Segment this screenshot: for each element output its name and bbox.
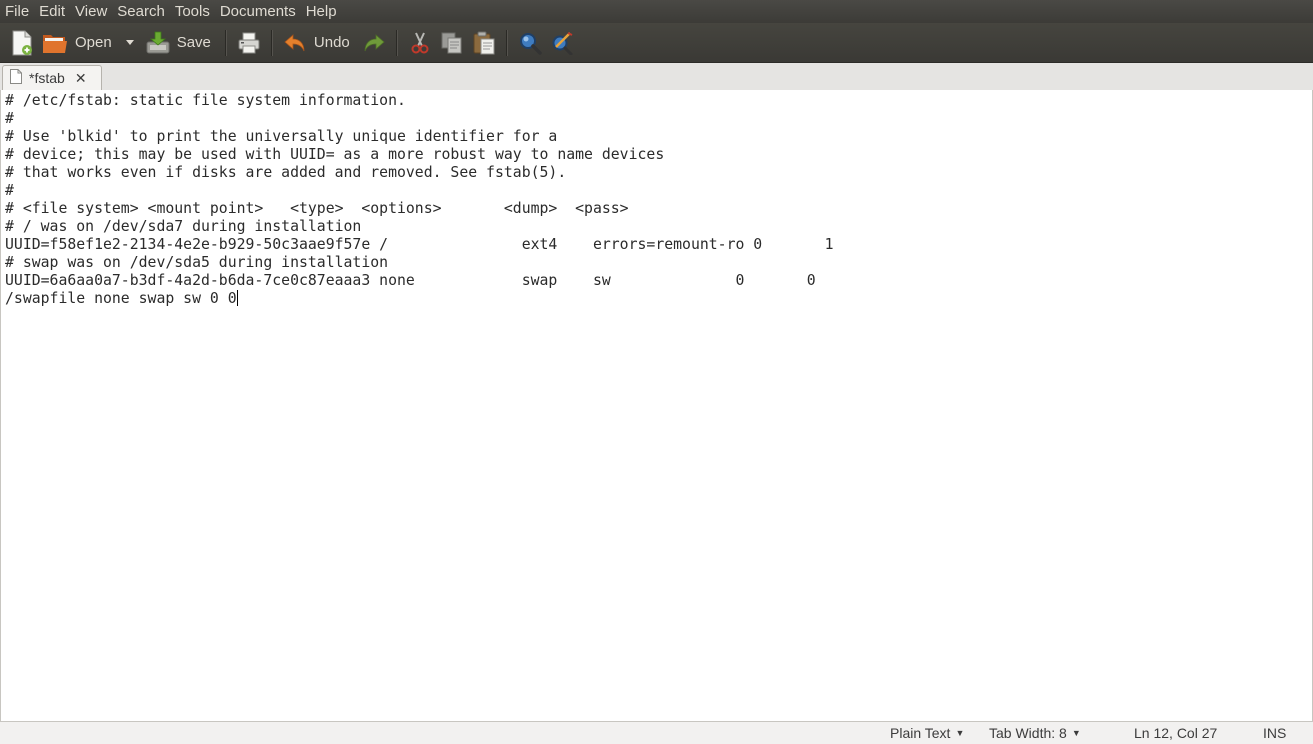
menu-documents[interactable]: Documents [215,0,301,23]
editor-line: # [5,182,14,199]
editor-line: # Use 'blkid' to print the universally u… [5,128,558,145]
menu-view[interactable]: View [70,0,112,23]
dropdown-arrow-icon: ▼ [1071,728,1081,738]
redo-button[interactable] [358,26,390,60]
editor-line: # <file system> <mount point> <type> <op… [5,200,629,217]
document-tabs: *fstab ✕ [0,63,1313,91]
tab-width-selector[interactable]: Tab Width: 8 ▼ [989,725,1081,741]
editor-line: # / was on /dev/sda7 during installation [5,218,362,235]
paste-icon [472,31,496,55]
text-editor[interactable]: # /etc/fstab: static file system informa… [0,90,1313,721]
search-icon [518,31,542,55]
folder-open-icon [42,31,68,55]
menu-tools[interactable]: Tools [170,0,215,23]
statusbar: Plain Text ▼ Tab Width: 8 ▼ Ln 12, Col 27 … [0,721,1313,744]
new-document-button[interactable] [6,26,38,60]
editor-line: UUID=6a6aa0a7-b3df-4a2d-b6da-7ce0c87eaaa… [5,272,816,289]
tab-label: *fstab [29,70,65,86]
save-label: Save [176,34,211,51]
tab-fstab[interactable]: *fstab ✕ [2,65,102,90]
text-cursor [236,290,238,306]
cursor-position: Ln 12, Col 27 [1134,725,1218,741]
undo-button[interactable]: Undo [279,26,358,60]
dropdown-arrow-icon: ▼ [955,728,965,738]
language-selector[interactable]: Plain Text ▼ [890,725,964,741]
open-recent-dropdown[interactable] [120,26,142,60]
menu-file[interactable]: File [0,0,34,23]
save-icon [146,31,170,55]
new-document-icon [10,30,34,56]
toolbar-separator [270,29,273,56]
redo-icon [362,32,386,54]
save-button[interactable]: Save [142,26,219,60]
undo-label: Undo [313,34,350,51]
editor-line: # that works even if disks are added and… [5,164,567,181]
cut-icon [408,31,432,55]
editor-line: # [5,110,14,127]
editor-line: # device; this may be used with UUID= as… [5,146,665,163]
editor-line: UUID=f58ef1e2-2134-4e2e-b929-50c3aae9f57… [5,236,834,253]
menu-search[interactable]: Search [112,0,170,23]
open-button[interactable]: Open [38,26,120,60]
find-button[interactable] [514,26,546,60]
text-document-icon [10,69,22,87]
toolbar-separator [224,29,227,56]
editor-content[interactable]: # /etc/fstab: static file system informa… [5,92,834,308]
menu-edit[interactable]: Edit [34,0,70,23]
toolbar-separator [395,29,398,56]
find-replace-button[interactable] [546,26,578,60]
open-label: Open [75,34,112,51]
cut-button[interactable] [404,26,436,60]
insert-mode: INS [1263,725,1287,741]
undo-icon [283,32,307,54]
editor-line: # /etc/fstab: static file system informa… [5,92,406,109]
copy-button[interactable] [436,26,468,60]
tab-width-label: Tab Width: 8 [989,725,1067,741]
close-icon[interactable]: ✕ [75,70,87,87]
editor-line: # swap was on /dev/sda5 during installat… [5,254,389,271]
paste-button[interactable] [468,26,500,60]
print-button[interactable] [233,26,265,60]
toolbar: Open Save Undo [0,23,1313,63]
find-replace-icon [550,31,574,55]
menu-help[interactable]: Help [301,0,342,23]
toolbar-separator [505,29,508,56]
language-label: Plain Text [890,725,951,741]
editor-line-current: /swapfile none swap sw 0 0 [5,290,834,308]
editor-line-text: /swapfile none swap sw 0 0 [5,290,237,307]
copy-icon [440,31,464,55]
menubar: File Edit View Search Tools Documents He… [0,0,1313,23]
dropdown-arrow-icon [125,39,134,46]
gedit-window: File Edit View Search Tools Documents He… [0,0,1313,744]
print-icon [237,31,261,55]
